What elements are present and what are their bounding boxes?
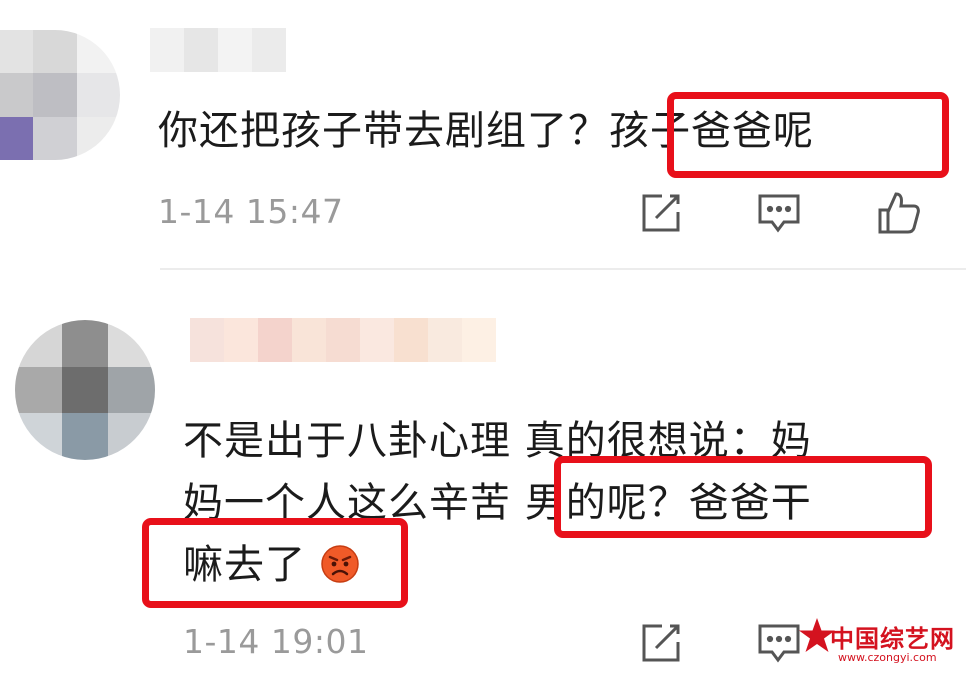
angry-face-emoji	[320, 545, 359, 583]
repost-button[interactable]	[634, 186, 688, 240]
comment-icon	[758, 624, 800, 663]
repost-icon	[642, 194, 680, 232]
repost-icon	[642, 624, 680, 662]
comment-timestamp: 1-14 15:47	[158, 192, 344, 231]
divider	[160, 268, 966, 270]
comment-text-line: 嘛去了	[183, 534, 903, 596]
avatar[interactable]	[0, 30, 120, 160]
comment-text: 你还把孩子带去剧组了？孩子爸爸呢	[158, 108, 814, 154]
watermark-title: 中国综艺网	[830, 625, 955, 653]
watermark-url: www.czongyi.com	[838, 651, 937, 664]
repost-button[interactable]	[634, 616, 688, 670]
like-button[interactable]	[872, 186, 926, 240]
username-blurred[interactable]	[150, 28, 286, 72]
comment-text-segment: 嘛去了	[183, 542, 306, 588]
thumbs-up-icon	[878, 192, 920, 234]
comment-icon	[758, 194, 800, 233]
comment-text: 不是出于八卦心理 真的很想说：妈 妈一个人这么辛苦 男的呢？爸爸干 嘛去了	[183, 410, 903, 596]
comment-button[interactable]	[752, 186, 806, 240]
comment-text-line: 妈一个人这么辛苦 男的呢？爸爸干	[183, 480, 812, 526]
avatar[interactable]	[15, 320, 155, 460]
site-watermark: 中国综艺网 www.czongyi.com	[798, 613, 954, 669]
comment-text-line: 不是出于八卦心理 真的很想说：妈	[183, 418, 812, 464]
comment-timestamp: 1-14 19:01	[183, 622, 369, 661]
comment-item: 你还把孩子带去剧组了？孩子爸爸呢 1-14 15:47	[0, 0, 966, 270]
username-blurred[interactable]	[190, 318, 496, 362]
